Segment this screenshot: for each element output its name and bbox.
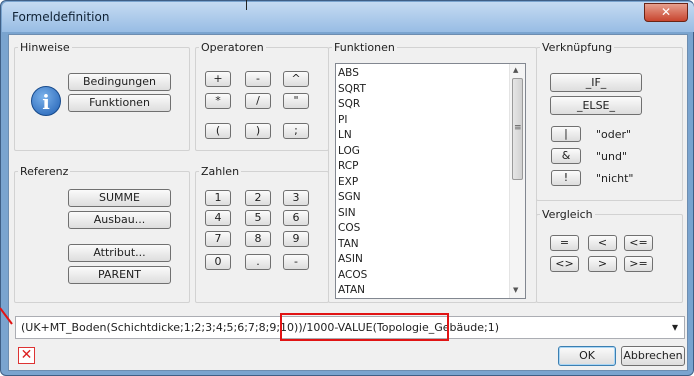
parent-button[interactable]: PARENT	[68, 266, 171, 284]
if-button[interactable]: _IF_	[550, 73, 642, 92]
operator-power-button[interactable]: ^	[283, 71, 309, 87]
or-button[interactable]: |	[551, 126, 581, 142]
dialog-client: Hinweise i Bedingungen Funktionen Refere…	[8, 34, 688, 371]
annotation-arrow	[0, 307, 13, 325]
operator-plus-button[interactable]: +	[205, 71, 231, 87]
scroll-grip-icon: ≡	[514, 123, 522, 133]
function-item-atan[interactable]: ATAN	[338, 283, 508, 299]
digit-8-button[interactable]: 8	[245, 231, 271, 247]
or-label: "oder"	[596, 128, 632, 141]
negative-sign-button[interactable]: -	[283, 254, 309, 270]
attribut-button[interactable]: Attribut...	[68, 244, 171, 262]
operator-quote-button[interactable]: "	[283, 93, 309, 109]
digit-9-button[interactable]: 9	[283, 231, 309, 247]
function-item-abs[interactable]: ABS	[338, 66, 508, 82]
function-item-cos[interactable]: COS	[338, 221, 508, 237]
annotation-line	[246, 0, 247, 10]
highlight-box	[280, 313, 449, 341]
bedingungen-button[interactable]: Bedingungen	[68, 73, 171, 91]
function-item-pi[interactable]: PI	[338, 113, 508, 129]
title-bar: Formeldefinition ✕	[2, 2, 694, 32]
close-button[interactable]: ✕	[644, 3, 688, 22]
operator-semicolon-button[interactable]: ;	[283, 123, 309, 139]
referenz-label: Referenz	[18, 165, 71, 178]
dialog-window: Formeldefinition ✕ Hinweise i Bedingunge…	[0, 0, 694, 376]
funktionen-button[interactable]: Funktionen	[68, 94, 171, 112]
operator-multiply-button[interactable]: *	[205, 93, 231, 109]
greater-than-button[interactable]: >	[588, 256, 617, 272]
funktionen-list-items: ABS SQRT SQR PI LN LOG RCP EXP SGN SIN C…	[338, 66, 508, 299]
digit-5-button[interactable]: 5	[245, 210, 271, 226]
ausbau-button[interactable]: Ausbau...	[68, 211, 171, 229]
error-icon[interactable]: ✕	[18, 347, 35, 364]
funktionen-label: Funktionen	[332, 41, 397, 54]
function-item-sqrt[interactable]: SQRT	[338, 82, 508, 98]
function-item-asin[interactable]: ASIN	[338, 252, 508, 268]
scroll-up-arrow-icon[interactable]: ▲	[513, 66, 518, 74]
funktionen-scrollbar[interactable]: ▲ ≡ ▼	[509, 64, 525, 298]
digit-0-button[interactable]: 0	[205, 254, 231, 270]
else-button[interactable]: _ELSE_	[550, 96, 642, 115]
function-item-sqr[interactable]: SQR	[338, 97, 508, 113]
operator-minus-button[interactable]: -	[245, 71, 271, 87]
decimal-point-button[interactable]: .	[245, 254, 271, 270]
less-equal-button[interactable]: <=	[624, 235, 653, 251]
ok-button[interactable]: OK	[558, 346, 616, 366]
digit-2-button[interactable]: 2	[245, 190, 271, 206]
operatoren-label: Operatoren	[199, 41, 266, 54]
digit-4-button[interactable]: 4	[205, 210, 231, 226]
window-title: Formeldefinition	[12, 10, 110, 24]
hinweise-label: Hinweise	[18, 41, 72, 54]
function-item-exp[interactable]: EXP	[338, 175, 508, 191]
vergleich-label: Vergleich	[540, 208, 595, 221]
info-icon: i	[31, 86, 61, 116]
dropdown-arrow-icon[interactable]: ▾	[672, 320, 678, 334]
less-than-button[interactable]: <	[588, 235, 617, 251]
function-item-tan[interactable]: TAN	[338, 237, 508, 253]
scrollbar-thumb[interactable]: ≡	[512, 78, 523, 180]
cancel-button[interactable]: Abbrechen	[621, 346, 685, 366]
funktionen-listbox[interactable]: ABS SQRT SQR PI LN LOG RCP EXP SGN SIN C…	[335, 63, 526, 299]
function-item-log[interactable]: LOG	[338, 144, 508, 160]
digit-7-button[interactable]: 7	[205, 231, 231, 247]
function-item-sin[interactable]: SIN	[338, 206, 508, 222]
function-item-sgn[interactable]: SGN	[338, 190, 508, 206]
function-item-acos[interactable]: ACOS	[338, 268, 508, 284]
scroll-down-arrow-icon[interactable]: ▼	[513, 286, 518, 294]
operator-open-paren-button[interactable]: (	[205, 123, 231, 139]
zahlen-label: Zahlen	[199, 165, 242, 178]
equals-button[interactable]: =	[550, 235, 579, 251]
and-button[interactable]: &	[551, 148, 581, 164]
and-label: "und"	[596, 150, 628, 163]
summe-button[interactable]: SUMME	[68, 189, 171, 207]
not-label: "nicht"	[596, 172, 634, 185]
operator-divide-button[interactable]: /	[245, 93, 271, 109]
not-button[interactable]: !	[551, 170, 581, 186]
operator-close-paren-button[interactable]: )	[245, 123, 271, 139]
digit-1-button[interactable]: 1	[205, 190, 231, 206]
verknuepfung-label: Verknüpfung	[540, 41, 615, 54]
digit-6-button[interactable]: 6	[283, 210, 309, 226]
not-equal-button[interactable]: <>	[550, 256, 579, 272]
function-item-ln[interactable]: LN	[338, 128, 508, 144]
function-item-rcp[interactable]: RCP	[338, 159, 508, 175]
greater-equal-button[interactable]: >=	[624, 256, 653, 272]
digit-3-button[interactable]: 3	[283, 190, 309, 206]
